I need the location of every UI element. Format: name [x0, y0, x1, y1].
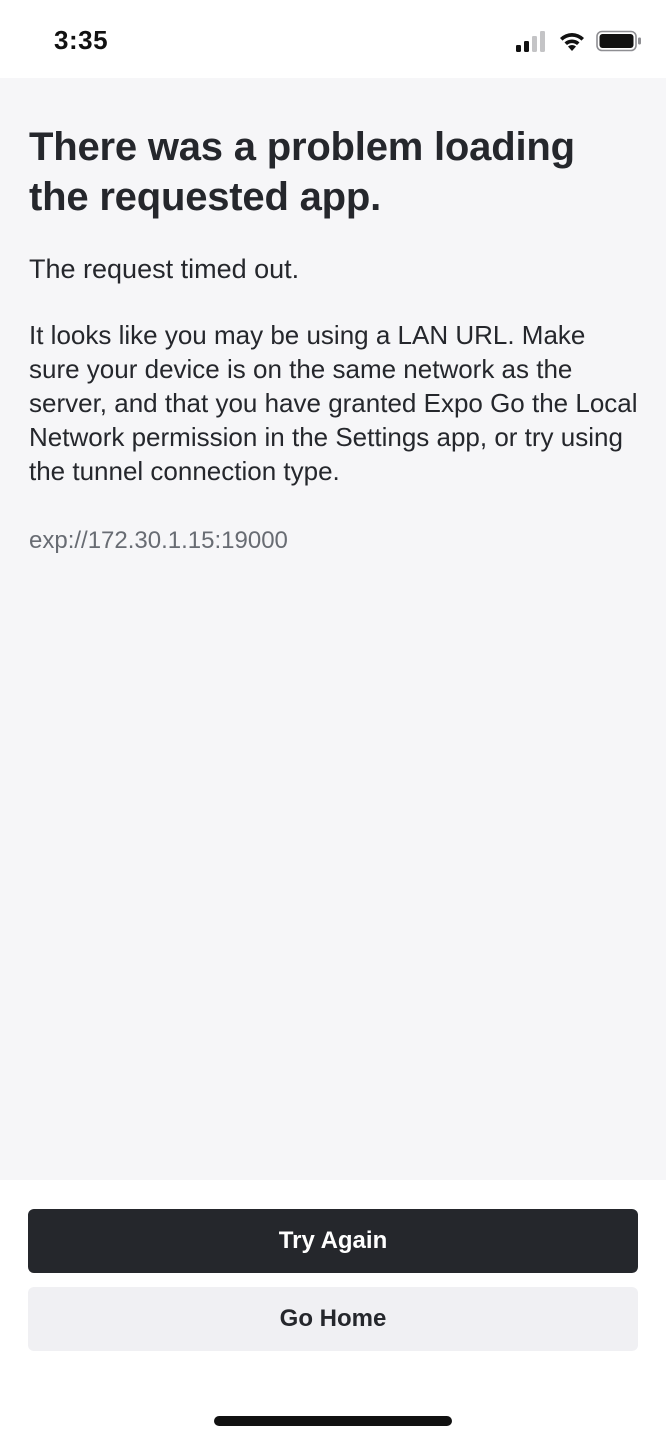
try-again-button[interactable]: Try Again [28, 1209, 638, 1273]
battery-icon [596, 30, 641, 52]
error-screen: 3:35 There was a problem loading the req… [0, 0, 666, 1440]
error-message: The request timed out. [29, 254, 300, 284]
wifi-icon [560, 33, 584, 51]
app-url: exp://172.30.1.15:19000 [29, 527, 288, 554]
home-indicator[interactable] [214, 1416, 452, 1426]
error-explanation: It looks like you may be using a LAN URL… [29, 320, 638, 486]
status-icons [516, 28, 642, 54]
status-time: 3:35 [54, 25, 109, 55]
go-home-button[interactable]: Go Home [28, 1287, 638, 1351]
action-footer: Try Again Go Home [0, 1180, 666, 1440]
error-content: There was a problem loading the requeste… [0, 78, 666, 1180]
cellular-signal-icon [516, 31, 545, 52]
status-bar: 3:35 [0, 0, 666, 78]
error-title: There was a problem loading the requeste… [29, 125, 575, 219]
